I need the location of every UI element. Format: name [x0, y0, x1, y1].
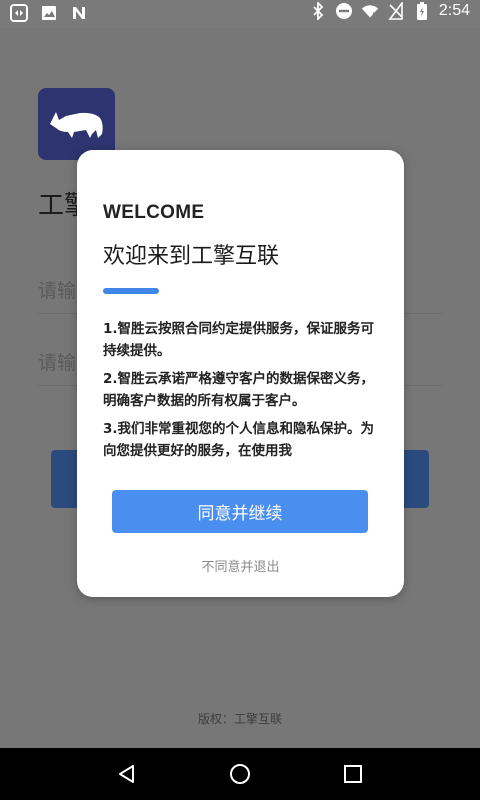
username-input: 请输 — [38, 281, 77, 302]
do-not-disturb-icon — [335, 2, 353, 20]
n-app-icon — [70, 4, 88, 22]
image-icon — [40, 4, 58, 22]
term-item: 2.智胜云承诺严格遵守客户的数据保密义务，明确客户数据的所有权属于客户。 — [103, 371, 375, 409]
accent-bar — [103, 288, 159, 294]
dialog-title: 欢迎来到工擎互联 — [103, 244, 280, 269]
battery-icon — [413, 2, 431, 20]
no-sim-icon — [387, 2, 405, 20]
clock: 2:54 — [438, 2, 470, 19]
welcome-heading: WELCOME — [103, 202, 205, 223]
back-icon[interactable] — [107, 754, 147, 794]
home-icon[interactable] — [220, 754, 260, 794]
bluetooth-icon — [309, 2, 327, 20]
rhino-icon — [49, 112, 103, 138]
recents-icon[interactable] — [333, 754, 373, 794]
term-item: 3.我们非常重视您的个人信息和隐私保护。为向您提供更好的服务，在使用我 — [103, 421, 375, 459]
status-left-icons — [10, 4, 88, 22]
disagree-button[interactable]: 不同意并退出 — [77, 556, 404, 575]
term-item: 1.智胜云按照合同约定提供服务，保证服务可持续提供。 — [103, 321, 375, 359]
status-right-icons: 2:54 — [309, 2, 470, 20]
navigation-bar — [0, 748, 480, 800]
wifi-icon — [361, 2, 379, 20]
status-bar: 2:54 — [0, 0, 480, 28]
agree-button[interactable]: 同意并继续 — [112, 490, 368, 533]
teamviewer-icon — [10, 4, 28, 22]
password-input: 请输 — [38, 353, 77, 374]
privacy-dialog: WELCOME 欢迎来到工擎互联 1.智胜云按照合同约定提供服务，保证服务可持续… — [77, 150, 404, 597]
terms-list[interactable]: 1.智胜云按照合同约定提供服务，保证服务可持续提供。 2.智胜云承诺严格遵守客户… — [103, 318, 385, 466]
copyright-text: 版权：工擎互联 — [197, 712, 282, 726]
